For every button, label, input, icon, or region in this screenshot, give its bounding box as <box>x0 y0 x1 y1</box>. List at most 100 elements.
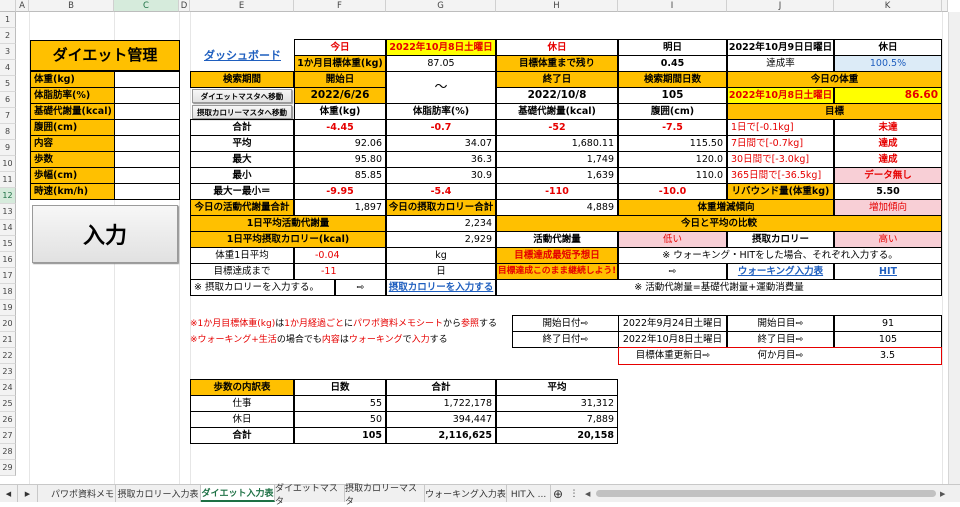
col-header-waist: 腹囲(cm) <box>618 103 727 120</box>
input-content[interactable] <box>114 135 180 152</box>
row-header-25[interactable]: 25 <box>0 396 16 412</box>
tab-calorie-input[interactable]: 摂取カロリー入力表 <box>116 485 201 502</box>
tab-walking-input[interactable]: ウォーキング入力表 <box>425 485 507 502</box>
left-panel-title: ダイエット管理 <box>30 40 180 71</box>
row-header-4[interactable]: 4 <box>0 60 16 76</box>
input-stride[interactable] <box>114 167 180 184</box>
row-header-28[interactable]: 28 <box>0 444 16 460</box>
goal-30day: 30日間で[-3.0kg] <box>727 151 834 168</box>
input-bmr[interactable] <box>114 103 180 120</box>
note-target-weight: ※1か月目標体重(kg) は 1か月経過ごとにパワポ資料メモシート から 参照 する <box>190 318 498 329</box>
rebound-label: リバウンド量(体重kg) <box>727 183 834 200</box>
row-header-5[interactable]: 5 <box>0 76 16 92</box>
tab-pawapo-memo[interactable]: パワポ資料メモ <box>50 485 116 502</box>
tab-scroll-prev[interactable]: ◀ <box>0 485 18 502</box>
steps-row-work-avg: 31,312 <box>496 395 618 412</box>
tab-menu-icon[interactable]: ⋮ <box>567 485 581 502</box>
hscroll-left-icon[interactable]: ◀ <box>585 490 591 498</box>
col-header-b[interactable]: B <box>29 0 114 12</box>
which-month-label: 何か月目⇨ <box>757 350 804 362</box>
tab-hit-input[interactable]: HIT入 ... <box>507 485 551 502</box>
row-header-6[interactable]: 6 <box>0 92 16 108</box>
row-header-17[interactable]: 17 <box>0 268 16 284</box>
col-header-c[interactable]: C <box>114 0 179 12</box>
row-header-26[interactable]: 26 <box>0 412 16 428</box>
col-header-rest <box>942 0 948 12</box>
today-label: 今日 <box>294 39 386 56</box>
calorie-master-button[interactable]: 摂取カロリーマスタへ移動 <box>192 105 292 119</box>
col-header-i[interactable]: I <box>618 0 727 12</box>
row-header-24[interactable]: 24 <box>0 380 16 396</box>
tab-diet-input[interactable]: ダイエット入力表 <box>201 485 275 502</box>
input-weight[interactable] <box>114 71 180 88</box>
goal-365day: 365日間で[-36.5kg] <box>727 167 834 184</box>
row-header-15[interactable]: 15 <box>0 236 16 252</box>
steps-row-total-total: 2,116,625 <box>386 427 496 444</box>
spreadsheet: A B C D E F G H I J K 1 2 3 4 5 6 7 8 9 … <box>0 0 960 502</box>
input-waist[interactable] <box>114 119 180 136</box>
row-header-3[interactable]: 3 <box>0 44 16 60</box>
dates-start-label: 開始日付⇨ <box>512 315 619 332</box>
steps-row-work-days: 55 <box>294 395 386 412</box>
row-header-21[interactable]: 21 <box>0 332 16 348</box>
input-speed[interactable] <box>114 183 180 200</box>
row-header-16[interactable]: 16 <box>0 252 16 268</box>
row-header-7[interactable]: 7 <box>0 108 16 124</box>
stat-min-bmr: 1,639 <box>496 167 618 184</box>
row-header-13[interactable]: 13 <box>0 204 16 220</box>
input-body-fat[interactable] <box>114 87 180 104</box>
steps-row-holiday-avg: 7,889 <box>496 411 618 428</box>
input-steps[interactable] <box>114 151 180 168</box>
col-header-weight: 体重(kg) <box>294 103 386 120</box>
col-header-f[interactable]: F <box>294 0 386 12</box>
vertical-scrollbar[interactable] <box>948 12 960 484</box>
row-header-12[interactable]: 12 <box>0 188 16 204</box>
row-header-9[interactable]: 9 <box>0 140 16 156</box>
row-header-18[interactable]: 18 <box>0 284 16 300</box>
col-header-j[interactable]: J <box>727 0 834 12</box>
row-header-22[interactable]: 22 <box>0 348 16 364</box>
col-header-a[interactable]: A <box>16 0 29 12</box>
col-header-h[interactable]: H <box>496 0 618 12</box>
today-holiday: 休日 <box>496 39 618 56</box>
row-header-29[interactable]: 29 <box>0 460 16 476</box>
hit-link[interactable]: HIT <box>834 263 942 280</box>
weight-avg-value: -0.04 <box>294 247 386 264</box>
input-button[interactable]: 入力 <box>32 205 178 263</box>
period-label: 検索期間 <box>190 71 294 88</box>
tab-diet-master[interactable]: ダイエットマスタ <box>275 484 345 507</box>
dashboard-link[interactable]: ダッシュボード <box>191 44 294 66</box>
col-header-g[interactable]: G <box>386 0 496 12</box>
row-header-19[interactable]: 19 <box>0 300 16 316</box>
steps-row-holiday-total: 394,447 <box>386 411 496 428</box>
tab-scroll-next[interactable]: ▶ <box>18 485 38 502</box>
dates-start-day-label: 開始日目⇨ <box>727 315 834 332</box>
col-header-k[interactable]: K <box>834 0 942 12</box>
row-header-14[interactable]: 14 <box>0 220 16 236</box>
active-compare-value: 低い <box>618 231 727 248</box>
predict-note: ※ ウォーキング・HITをした場合、それぞれ入力する。 <box>618 247 942 264</box>
row-header-11[interactable]: 11 <box>0 172 16 188</box>
diet-master-button[interactable]: ダイエットマスタへ移動 <box>192 89 292 103</box>
intake-link[interactable]: 摂取カロリーを入力する <box>386 279 496 296</box>
row-header-10[interactable]: 10 <box>0 156 16 172</box>
avg-intake-value: 2,929 <box>386 231 496 248</box>
select-all-corner[interactable] <box>0 0 16 12</box>
col-header-fat: 体脂肪率(%) <box>386 103 496 120</box>
row-header-8[interactable]: 8 <box>0 124 16 140</box>
row-header-23[interactable]: 23 <box>0 364 16 380</box>
row-header-27[interactable]: 27 <box>0 428 16 444</box>
walking-link[interactable]: ウォーキング入力表 <box>727 263 834 280</box>
col-header-d[interactable]: D <box>179 0 190 12</box>
col-header-bmr: 基礎代謝量(kcal) <box>496 103 618 120</box>
row-header-1[interactable]: 1 <box>0 12 16 28</box>
col-header-e[interactable]: E <box>190 0 294 12</box>
row-header-2[interactable]: 2 <box>0 28 16 44</box>
add-sheet-icon[interactable]: ⊕ <box>551 485 565 502</box>
stat-max-bmr: 1,749 <box>496 151 618 168</box>
row-header-20[interactable]: 20 <box>0 316 16 332</box>
until-value: -11 <box>294 263 386 280</box>
hscroll-right-icon[interactable]: ▶ <box>940 490 948 498</box>
horizontal-scrollbar-thumb[interactable] <box>596 490 936 497</box>
tab-calorie-master[interactable]: 摂取カロリーマスタ <box>345 484 425 507</box>
